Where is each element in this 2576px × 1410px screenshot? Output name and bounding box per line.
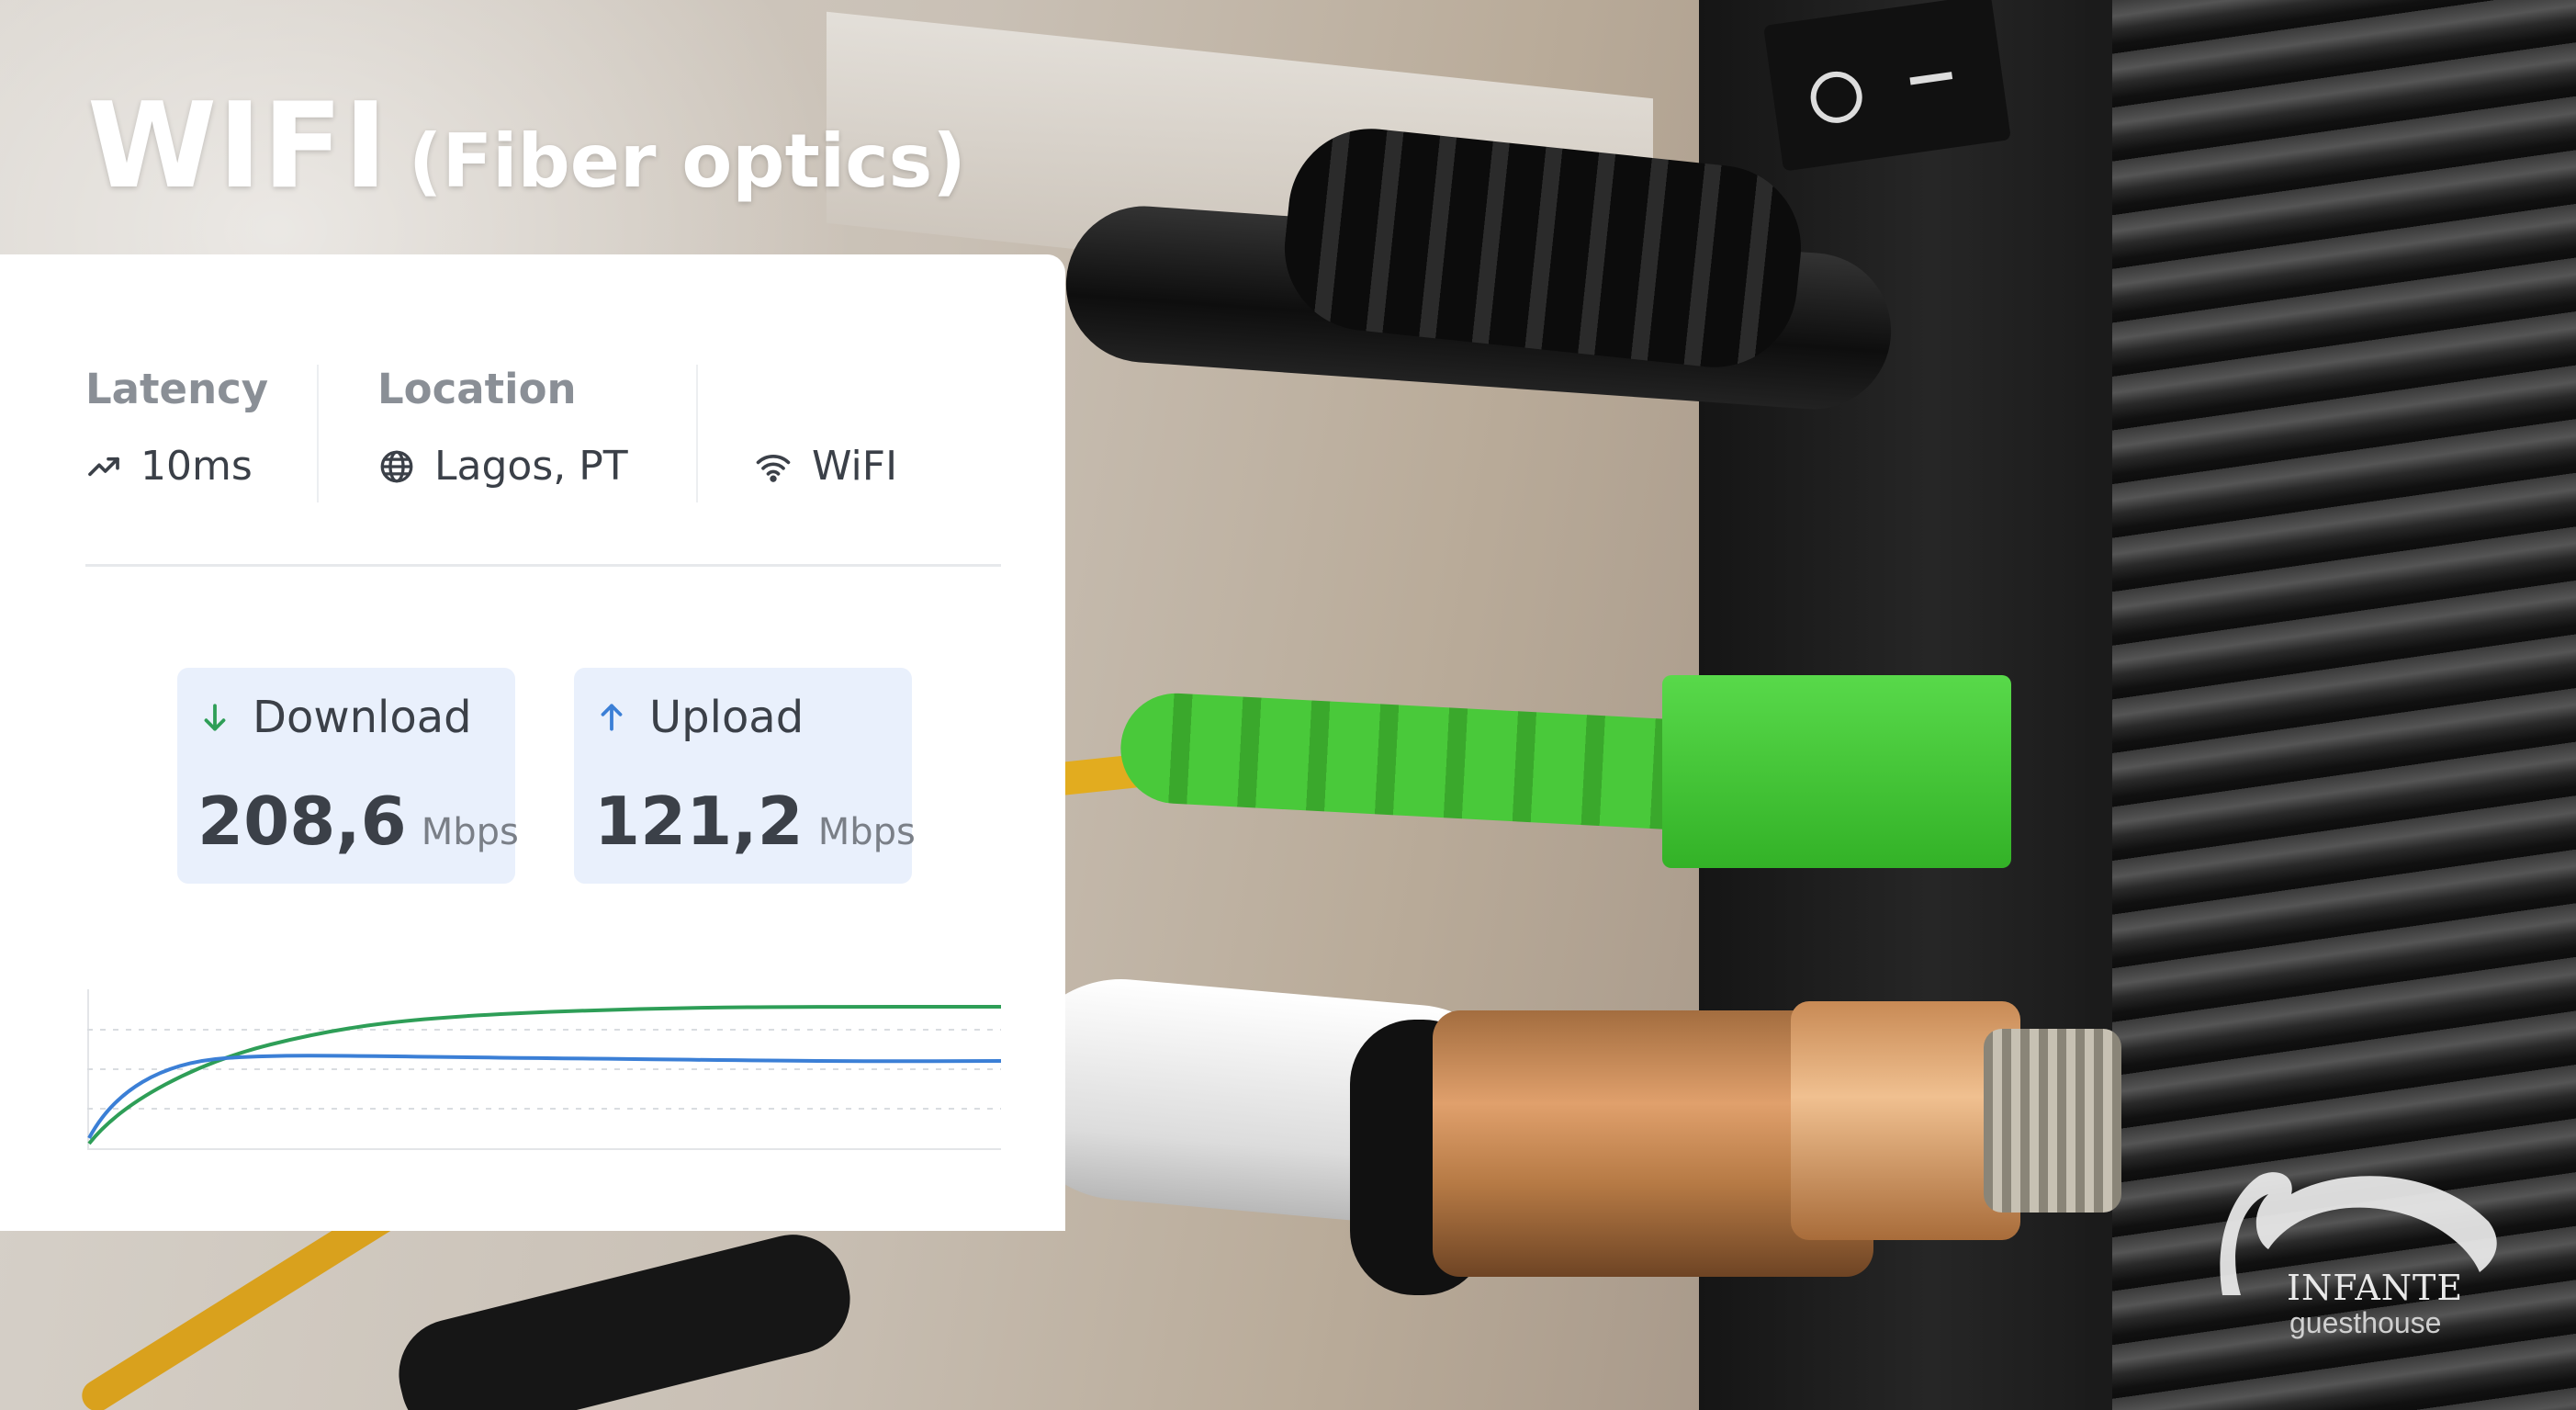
page-title: WIFI (Fiber optics)	[87, 78, 966, 215]
download-box: Download 208,6 Mbps	[177, 668, 519, 884]
download-series-line	[87, 1004, 1001, 1145]
fiber-connector	[1662, 675, 2011, 868]
speed-test-card: Latency 10ms Location Lagos, PT WiFI Dow…	[0, 254, 1065, 1231]
upload-label: Upload	[649, 692, 804, 743]
infante-guesthouse-logo: INFANTE guesthouse	[2204, 1157, 2516, 1359]
divider	[317, 365, 319, 502]
arrow-up-icon	[601, 704, 623, 731]
latency-label: Latency	[85, 365, 269, 413]
upload-unit: Mbps	[817, 811, 916, 853]
logo-tagline: guesthouse	[2289, 1306, 2442, 1339]
globe-icon	[380, 450, 413, 482]
download-label: Download	[253, 692, 472, 743]
stats-row: Latency 10ms Location Lagos, PT WiFI	[85, 365, 1004, 512]
logo-brand: INFANTE	[2287, 1268, 2464, 1308]
speed-graph	[87, 989, 1001, 1150]
stat-latency: Latency 10ms	[85, 365, 268, 512]
download-unit: Mbps	[421, 811, 519, 853]
location-label: Location	[377, 365, 577, 413]
arrow-down-icon	[204, 704, 226, 731]
upload-value: 121,2	[594, 783, 804, 860]
upload-box: Upload 121,2 Mbps	[574, 668, 916, 884]
divider	[85, 564, 1001, 567]
upload-series-line	[87, 1054, 1001, 1139]
divider	[696, 365, 698, 502]
title-sub: (Fiber optics)	[408, 118, 966, 204]
wifi-icon	[756, 454, 791, 482]
latency-value: 10ms	[141, 443, 253, 490]
stat-location: Location Lagos, PT	[377, 365, 628, 512]
download-value: 208,6	[197, 783, 407, 860]
location-value: Lagos, PT	[434, 443, 628, 490]
title-main: WIFI	[87, 78, 388, 215]
connection-value: WiFI	[812, 443, 898, 490]
trending-up-icon	[88, 457, 119, 476]
